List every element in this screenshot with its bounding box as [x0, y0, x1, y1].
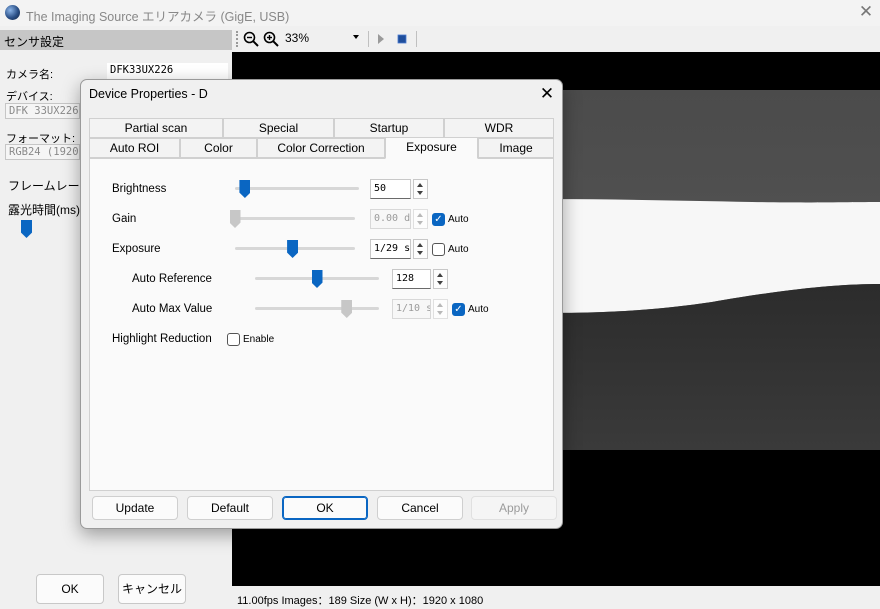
- spin-up-icon[interactable]: [437, 273, 443, 277]
- auto-max-value-auto-checkbox[interactable]: ✓: [452, 303, 465, 316]
- auto-reference-label: Auto Reference: [132, 273, 212, 285]
- highlight-reduction-enable-label: Enable: [243, 334, 275, 345]
- highlight-reduction-enable-checkbox[interactable]: [227, 333, 240, 346]
- default-button[interactable]: Default: [187, 496, 273, 520]
- device-properties-dialog: Device Properties - D ✕ Partial scan Spe…: [80, 79, 563, 529]
- brightness-spinner[interactable]: [413, 179, 428, 199]
- gain-auto-checkbox[interactable]: ✓: [432, 213, 445, 226]
- auto-max-value-label: Auto Max Value: [132, 303, 213, 315]
- ok-button[interactable]: OK: [282, 496, 368, 520]
- stop-icon[interactable]: [394, 31, 410, 47]
- status-bar: 11.00fps Images：189 Size (W x H)：1920 x …: [232, 588, 880, 609]
- toolbar-separator: [416, 31, 417, 47]
- viewer-toolbar: 33%: [232, 26, 880, 52]
- spin-down-icon[interactable]: [437, 281, 443, 285]
- update-button[interactable]: Update: [92, 496, 178, 520]
- tab-exposure[interactable]: Exposure: [385, 137, 478, 159]
- zoom-select[interactable]: 33%: [284, 30, 362, 48]
- zoom-out-icon[interactable]: [243, 31, 259, 47]
- left-cancel-button[interactable]: キャンセル: [118, 574, 186, 604]
- exposure-auto-label: Auto: [448, 244, 469, 255]
- auto-max-value-slider-track: [255, 307, 379, 310]
- highlight-reduction-label: Highlight Reduction: [112, 333, 212, 345]
- spin-down-icon[interactable]: [417, 251, 423, 255]
- spin-up-icon[interactable]: [417, 243, 423, 247]
- exposure-value-input[interactable]: 1/29 se: [370, 239, 411, 259]
- format-value: RGB24 (1920x: [5, 144, 80, 160]
- tab-color-correction[interactable]: Color Correction: [257, 138, 385, 158]
- auto-max-value-auto-label: Auto: [468, 304, 489, 315]
- apply-button: Apply: [471, 496, 557, 520]
- spin-up-icon[interactable]: [417, 183, 423, 187]
- camera-name-value: DFK33UX226: [107, 63, 228, 79]
- zoom-in-icon[interactable]: [263, 31, 279, 47]
- device-label: デバイス:: [6, 91, 53, 103]
- close-icon[interactable]: ✕: [856, 2, 876, 22]
- exposure-time-slider[interactable]: [21, 220, 32, 238]
- tab-color[interactable]: Color: [180, 138, 257, 158]
- tab-partial-scan[interactable]: Partial scan: [89, 118, 223, 138]
- camera-name-label: カメラ名:: [6, 69, 54, 81]
- tab-image[interactable]: Image: [478, 138, 554, 158]
- cancel-button[interactable]: Cancel: [377, 496, 463, 520]
- dialog-title: Device Properties - D: [89, 87, 208, 101]
- exposure-time-label: 露光時間(ms): [8, 203, 80, 217]
- brightness-value-input[interactable]: 50: [370, 179, 411, 199]
- tab-wdr[interactable]: WDR: [444, 118, 554, 138]
- spin-down-icon: [437, 311, 443, 315]
- spin-up-icon: [417, 213, 423, 217]
- tab-auto-roi[interactable]: Auto ROI: [89, 138, 180, 158]
- tab-startup[interactable]: Startup: [334, 118, 444, 138]
- exposure-label: Exposure: [112, 243, 161, 255]
- toolbar-separator: [368, 31, 369, 47]
- close-icon[interactable]: ✕: [537, 84, 557, 104]
- gain-value-input: 0.00 d: [370, 209, 411, 229]
- left-ok-button[interactable]: OK: [36, 574, 104, 604]
- brightness-slider-track[interactable]: [235, 187, 359, 190]
- auto-max-value-spinner: [433, 299, 448, 319]
- auto-reference-value-input[interactable]: 128: [392, 269, 431, 289]
- exposure-spinner[interactable]: [413, 239, 428, 259]
- auto-reference-spinner[interactable]: [433, 269, 448, 289]
- gain-spinner: [413, 209, 428, 229]
- chevron-down-icon: [353, 35, 359, 39]
- play-icon[interactable]: [373, 31, 389, 47]
- spin-down-icon[interactable]: [417, 191, 423, 195]
- spin-up-icon: [437, 303, 443, 307]
- exposure-tab-panel: [89, 158, 554, 491]
- exposure-auto-checkbox[interactable]: [432, 243, 445, 256]
- gain-label: Gain: [112, 213, 137, 225]
- device-value: DFK 33UX226: [5, 103, 80, 119]
- brightness-label: Brightness: [112, 183, 167, 195]
- gain-slider-track: [235, 217, 355, 220]
- title-bar: The Imaging Source エリアカメラ (GigE, USB) ✕: [0, 0, 880, 26]
- toolbar-grip[interactable]: [236, 31, 238, 47]
- zoom-value: 33%: [285, 31, 310, 45]
- window-title: The Imaging Source エリアカメラ (GigE, USB): [26, 10, 290, 24]
- tab-special[interactable]: Special: [223, 118, 334, 138]
- app-icon: [5, 5, 20, 20]
- auto-max-value-input: 1/10 s: [392, 299, 431, 319]
- sensor-settings-header: センサ設定: [0, 30, 232, 50]
- gain-auto-label: Auto: [448, 214, 469, 225]
- spin-down-icon: [417, 221, 423, 225]
